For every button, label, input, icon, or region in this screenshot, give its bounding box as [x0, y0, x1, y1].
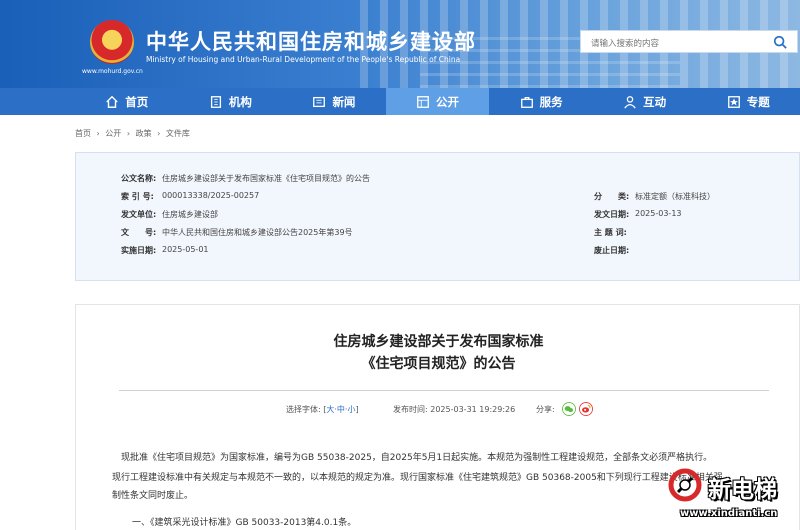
- nav-item-topics[interactable]: 专题: [696, 88, 800, 115]
- nav-item-open[interactable]: 公开: [385, 88, 490, 115]
- document-meta-box: 公文名称: 住房城乡建设部关于发布国家标准《住宅项目规范》的公告 索 引 号: …: [75, 152, 800, 281]
- main-nav: 首页 机构 新闻 公开 服务 互动 专题: [0, 88, 800, 115]
- national-emblem-icon[interactable]: [90, 20, 134, 64]
- font-medium-link[interactable]: 中: [337, 405, 345, 414]
- watermark-text: 新电梯: [708, 477, 777, 503]
- meta-effective-row: 实施日期: 2025-05-01: [121, 245, 209, 256]
- interact-icon: [624, 95, 636, 109]
- breadcrumb-separator: ›: [126, 129, 131, 138]
- font-bracket-close: ]: [355, 405, 359, 414]
- share-label: 分享:: [536, 405, 555, 414]
- open-icon: [417, 95, 429, 108]
- meta-index-value: 000013338/2025-00257: [162, 191, 260, 200]
- title-divider: [119, 390, 769, 391]
- meta-name-row: 公文名称: 住房城乡建设部关于发布国家标准《住宅项目规范》的公告: [121, 173, 370, 184]
- watermark-logo-icon: [668, 468, 702, 502]
- article-list-item-1: 一、《建筑采光设计标准》GB 50033-2013第4.0.1条。: [132, 518, 357, 528]
- meta-repeal-label: 废止日期:: [594, 246, 630, 255]
- nav-item-interaction[interactable]: 互动: [593, 88, 697, 115]
- meta-name-label: 公文名称:: [121, 174, 157, 183]
- font-size-selector: 选择字体: [大·中·小]: [286, 404, 359, 415]
- meta-index-row: 索 引 号: 000013338/2025-00257: [121, 191, 259, 202]
- font-size-label: 选择字体:: [286, 405, 321, 414]
- search-input[interactable]: [581, 33, 761, 55]
- watermark: 新电梯 www.xindianti.cn: [660, 468, 800, 530]
- nav-item-label: 专题: [746, 94, 770, 109]
- breadcrumb-open[interactable]: 公开: [105, 129, 121, 138]
- breadcrumb-policy[interactable]: 政策: [136, 129, 152, 138]
- meta-repeal-row: 废止日期:: [594, 245, 635, 256]
- weibo-share-icon[interactable]: [579, 402, 593, 416]
- meta-effective-label: 实施日期:: [121, 246, 157, 255]
- breadcrumb-library[interactable]: 文件库: [166, 129, 190, 138]
- meta-category-value: 标准定额（标准科技）: [635, 192, 715, 201]
- publish-time-label: 发布时间:: [393, 405, 428, 414]
- publish-time: 发布时间: 2025-03-31 19:29:26: [393, 404, 515, 415]
- breadcrumb: 首页 › 公开 › 政策 › 文件库: [75, 128, 193, 139]
- home-icon: [106, 95, 119, 108]
- news-icon: [313, 96, 326, 107]
- meta-issuer-value: 住房城乡建设部: [162, 210, 218, 219]
- watermark-url: www.xindianti.cn: [680, 508, 778, 519]
- topic-icon: [727, 95, 740, 108]
- nav-item-institutions[interactable]: 机构: [179, 88, 283, 115]
- building-icon: [210, 95, 221, 108]
- meta-docno-value: 中华人民共和国住房和城乡建设部公告2025年第39号: [162, 228, 353, 237]
- meta-issuer-row: 发文单位: 住房城乡建设部: [121, 209, 218, 220]
- meta-docno-label: 文 号:: [121, 228, 157, 237]
- article-paragraph-2: 现行工程建设标准中有关规定与本规范不一致的，以本规范的规定为准。现行国家标准《住…: [112, 473, 723, 483]
- search-box: [580, 30, 798, 55]
- site-title[interactable]: 中华人民共和国住房和城乡建设部: [146, 26, 476, 56]
- meta-date-row: 发文日期: 2025-03-13: [594, 209, 682, 220]
- nav-item-label: 首页: [125, 94, 149, 109]
- nav-item-label: 公开: [436, 94, 460, 109]
- breadcrumb-separator: ›: [157, 129, 161, 138]
- publish-time-value: 2025-03-31 19:29:26: [430, 405, 516, 414]
- wechat-share-icon[interactable]: [562, 402, 576, 416]
- meta-date-label: 发文日期:: [594, 210, 630, 219]
- nav-item-label: 新闻: [332, 94, 356, 109]
- nav-item-services[interactable]: 服务: [489, 88, 593, 115]
- site-subtitle: Ministry of Housing and Urban-Rural Deve…: [146, 55, 461, 64]
- search-icon[interactable]: [773, 35, 787, 49]
- meta-name-value: 住房城乡建设部关于发布国家标准《住宅项目规范》的公告: [162, 174, 370, 183]
- meta-subject-row: 主 题 词:: [594, 227, 635, 238]
- meta-date-value: 2025-03-13: [635, 209, 682, 218]
- emblem-url: www.mohurd.gov.cn: [82, 68, 143, 75]
- nav-item-news[interactable]: 新闻: [282, 88, 386, 115]
- site-header: www.mohurd.gov.cn 中华人民共和国住房和城乡建设部 Minist…: [0, 0, 800, 88]
- breadcrumb-home[interactable]: 首页: [75, 129, 91, 138]
- nav-item-label: 服务: [539, 94, 563, 109]
- meta-index-label: 索 引 号:: [121, 192, 154, 201]
- breadcrumb-separator: ›: [96, 129, 100, 138]
- article-title-line-2: 《住宅项目规范》的公告: [361, 356, 516, 372]
- nav-item-label: 互动: [643, 94, 667, 109]
- meta-issuer-label: 发文单位:: [121, 210, 157, 219]
- meta-category-row: 分 类: 标准定额（标准科技）: [594, 191, 715, 202]
- meta-effective-value: 2025-05-01: [162, 245, 209, 254]
- nav-item-home[interactable]: 首页: [75, 88, 179, 115]
- article-paragraph-1: 现批准《住宅项目规范》为国家标准，编号为GB 55038-2025，自2025年…: [121, 453, 713, 463]
- article-title-line-1: 住房城乡建设部关于发布国家标准: [333, 334, 544, 350]
- meta-category-label: 分 类:: [594, 192, 630, 201]
- meta-docno-row: 文 号: 中华人民共和国住房和城乡建设部公告2025年第39号: [121, 227, 353, 238]
- meta-subject-label: 主 题 词:: [594, 228, 627, 237]
- nav-item-label: 机构: [228, 94, 252, 109]
- article-paragraph-3: 制性条文同时废止。: [112, 491, 194, 501]
- service-icon: [520, 96, 533, 108]
